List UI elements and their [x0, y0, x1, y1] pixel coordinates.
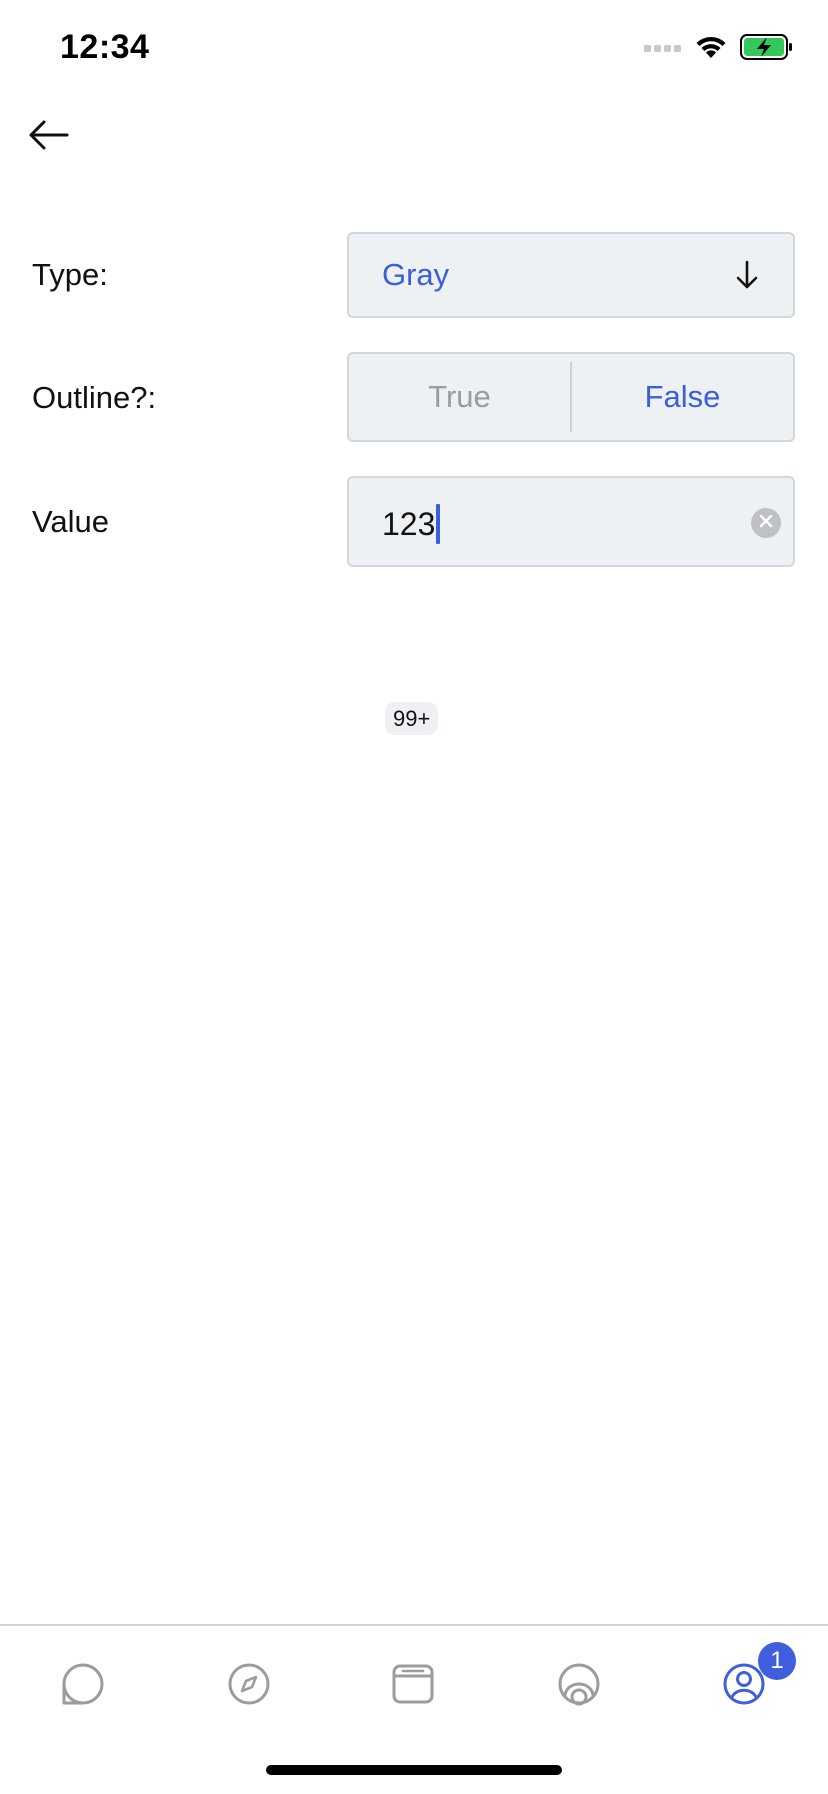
- chat-bubble-icon: [61, 1662, 105, 1711]
- value-input[interactable]: 123: [347, 476, 795, 567]
- target-icon: [557, 1662, 601, 1711]
- value-input-value: 123: [382, 505, 436, 542]
- home-indicator: [266, 1765, 562, 1775]
- value-label: Value: [32, 504, 109, 539]
- clear-button[interactable]: [751, 508, 781, 538]
- tab-activity[interactable]: [549, 1656, 609, 1716]
- type-select-value: Gray: [382, 257, 450, 292]
- battery-charging-icon: [740, 34, 794, 65]
- status-icons: [644, 34, 794, 65]
- value-input-text: 123: [382, 504, 441, 544]
- type-label: Type:: [32, 257, 108, 292]
- badge-preview: 99+: [385, 702, 439, 735]
- outline-segmented-control: True False: [347, 352, 795, 442]
- clear-icon: [759, 514, 773, 533]
- outline-label: Outline?:: [32, 380, 157, 415]
- compass-icon: [227, 1662, 271, 1711]
- back-button[interactable]: [22, 110, 76, 164]
- segment-false[interactable]: False: [572, 354, 793, 440]
- type-select[interactable]: Gray: [347, 232, 795, 318]
- profile-notification-badge: 1: [758, 1642, 796, 1680]
- window-icon: [391, 1662, 435, 1711]
- arrow-left-icon: [29, 120, 69, 155]
- wifi-icon: [694, 34, 728, 65]
- cellular-signal-icon: [644, 41, 682, 59]
- text-caret: [436, 504, 441, 544]
- status-time: 12:34: [60, 28, 150, 66]
- status-bar: 12:34: [0, 0, 828, 100]
- tab-explore[interactable]: [219, 1656, 279, 1716]
- segment-true[interactable]: True: [349, 354, 570, 440]
- tab-window[interactable]: [383, 1656, 443, 1716]
- arrow-down-icon: [735, 260, 759, 295]
- tab-chat[interactable]: [53, 1656, 113, 1716]
